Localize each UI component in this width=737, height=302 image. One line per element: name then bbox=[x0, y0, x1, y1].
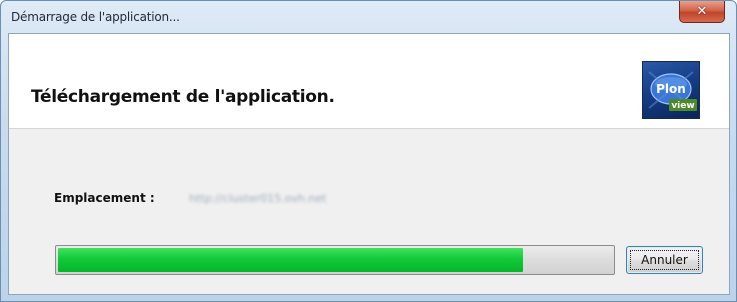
progress-fill bbox=[58, 248, 524, 272]
dialog-header: Téléchargement de l'application. Plon vi… bbox=[9, 34, 729, 129]
close-icon: ✕ bbox=[696, 4, 708, 19]
title-bar[interactable]: Démarrage de l'application... ✕ bbox=[1, 1, 736, 33]
window-title: Démarrage de l'application... bbox=[11, 10, 180, 24]
svg-text:view: view bbox=[671, 101, 694, 111]
cancel-button[interactable]: Annuler bbox=[626, 246, 703, 274]
svg-text:Plon: Plon bbox=[656, 82, 686, 96]
download-progress-bar bbox=[55, 245, 615, 275]
dialog-client-area: Téléchargement de l'application. Plon vi… bbox=[8, 33, 730, 295]
close-button[interactable]: ✕ bbox=[679, 1, 725, 23]
location-label: Emplacement : bbox=[54, 191, 155, 205]
download-dialog-window: Démarrage de l'application... ✕ Téléchar… bbox=[0, 0, 737, 302]
location-value: http://cluster015.ovh.net bbox=[189, 192, 327, 205]
ploneview-logo-icon: Plon view bbox=[642, 61, 700, 119]
cancel-button-label: Annuler bbox=[641, 253, 688, 267]
header-title: Téléchargement de l'application. bbox=[31, 87, 335, 107]
